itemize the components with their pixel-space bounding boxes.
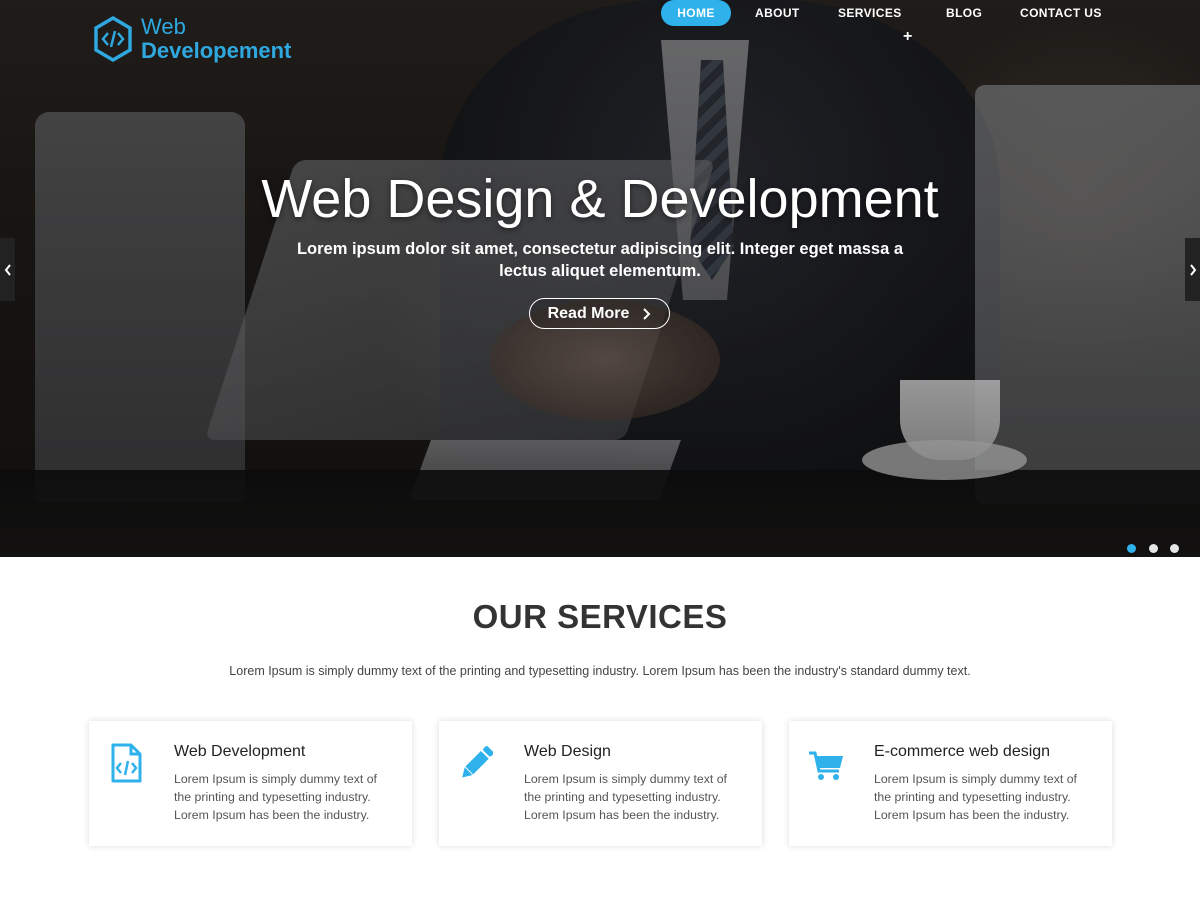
service-card-text: Lorem Ipsum is simply dummy text of the … [874, 772, 1077, 822]
hero-subtitle: Lorem ipsum dolor sit amet, consectetur … [296, 240, 904, 280]
logo-text: Web Developement [141, 16, 291, 62]
hero-slider: Web Developement HOME ABOUT SERVICES + B… [0, 0, 1200, 557]
nav-about[interactable]: ABOUT [755, 0, 800, 26]
nav-services[interactable]: SERVICES [838, 0, 902, 26]
slider-dot-1[interactable] [1127, 544, 1136, 553]
service-card-web-design[interactable]: Web Design Lorem Ipsum is simply dummy t… [439, 721, 762, 846]
services-title: OUR SERVICES [472, 598, 728, 635]
slider-prev-button[interactable] [0, 238, 15, 301]
service-card-web-development[interactable]: Web Development Lorem Ipsum is simply du… [89, 721, 412, 846]
read-more-button[interactable]: Read More [529, 298, 670, 329]
logo-line-1: Web [141, 14, 186, 39]
chevron-left-icon [4, 263, 11, 276]
code-file-icon [111, 743, 142, 783]
nav-home[interactable]: HOME [661, 0, 731, 26]
shopping-cart-icon [809, 751, 843, 780]
site-logo[interactable]: Web Developement [93, 16, 291, 62]
service-card-title: Web Development [174, 743, 306, 760]
code-hexagon-icon [94, 16, 132, 62]
service-card-title: Web Design [524, 743, 611, 760]
chevron-right-icon [1189, 263, 1196, 276]
service-card-text: Lorem Ipsum is simply dummy text of the … [524, 772, 727, 822]
chevron-right-icon [643, 307, 651, 320]
slider-dot-2[interactable] [1149, 544, 1158, 553]
service-card-ecommerce[interactable]: E-commerce web design Lorem Ipsum is sim… [789, 721, 1112, 846]
read-more-label: Read More [547, 304, 630, 322]
logo-line-2: Developement [141, 38, 292, 63]
slider-dot-3[interactable] [1170, 544, 1179, 553]
hero-title: Web Design & Development [261, 169, 939, 229]
service-card-title: E-commerce web design [874, 743, 1051, 760]
services-expand-icon[interactable]: + [903, 24, 912, 50]
services-description: Lorem Ipsum is simply dummy text of the … [229, 664, 971, 678]
slider-next-button[interactable] [1185, 238, 1200, 301]
nav-contact-us[interactable]: CONTACT US [1020, 0, 1102, 26]
nav-blog[interactable]: BLOG [946, 0, 982, 26]
pencil-icon [462, 746, 493, 778]
service-card-text: Lorem Ipsum is simply dummy text of the … [174, 772, 377, 822]
